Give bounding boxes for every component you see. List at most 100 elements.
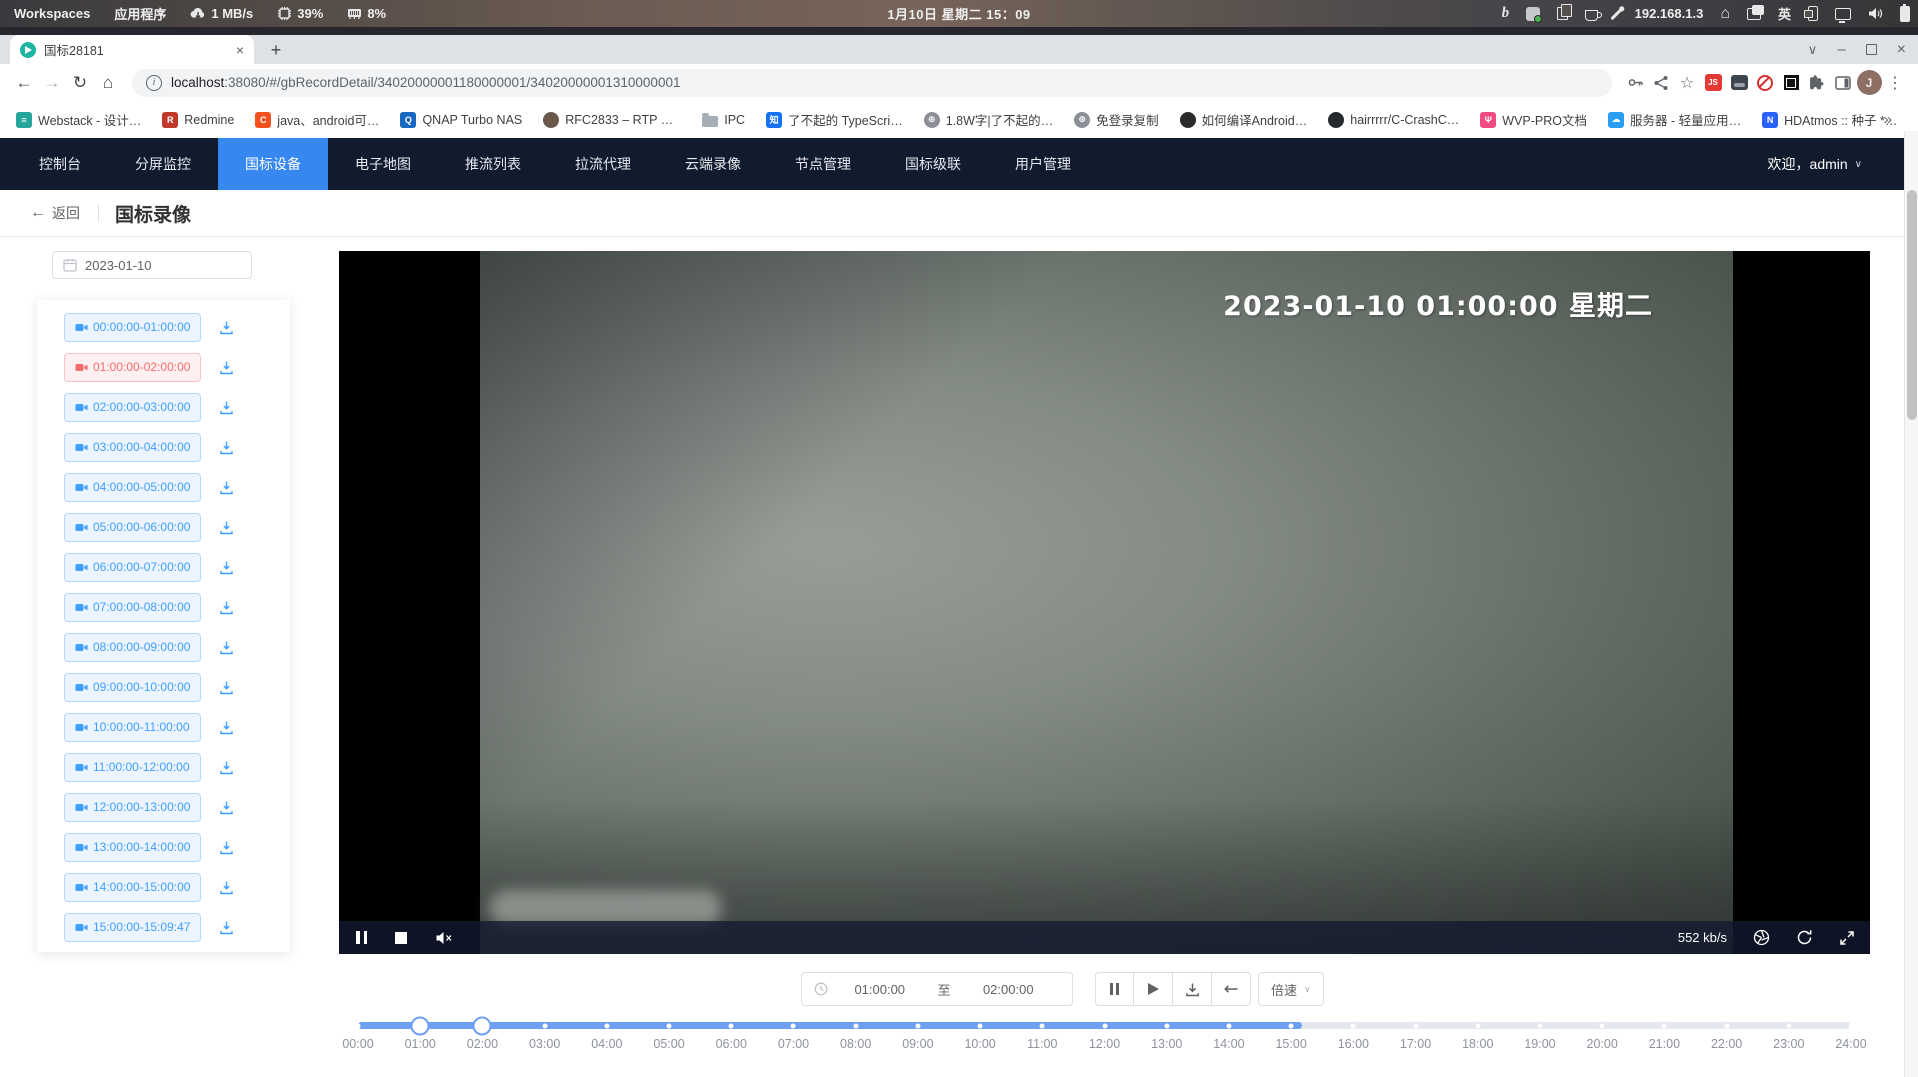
snapshot-aperture-icon[interactable] (1753, 929, 1770, 946)
window-minimize-button[interactable] (1837, 41, 1845, 58)
window-restore-button[interactable] (1866, 44, 1877, 55)
back-link[interactable]: 返回 (30, 203, 80, 223)
tab-search-chevron-icon[interactable] (1808, 42, 1818, 58)
reload-button[interactable]: ↻ (66, 69, 94, 97)
tab-close-icon[interactable] (236, 43, 244, 57)
workspaces-button[interactable]: Workspaces (14, 6, 90, 21)
url-omnibox[interactable]: localhost:38080/#/gbRecordDetail/3402000… (132, 69, 1612, 97)
bookmark-item[interactable]: N HDAtmos :: 种子 *… (1762, 110, 1897, 129)
bookmarks-overflow-chevron[interactable]: » (1884, 111, 1896, 128)
playback-speed-dropdown[interactable]: 倍速 (1258, 972, 1324, 1006)
menu-kebab-icon[interactable] (1882, 70, 1908, 96)
timeline-track[interactable] (358, 1022, 1851, 1029)
play-button[interactable] (1134, 972, 1173, 1006)
segment-download-icon[interactable] (219, 520, 234, 535)
bookmark-item[interactable]: Ψ WVP-PRO文档 (1480, 110, 1587, 129)
page-scrollbar[interactable] (1904, 131, 1918, 1077)
segment-play-button[interactable]: 02:00:00-03:00:00 (64, 393, 201, 422)
segment-download-icon[interactable] (219, 360, 234, 375)
player-stop-icon[interactable] (395, 932, 407, 944)
nav-menu-item[interactable]: 电子地图 (328, 138, 438, 190)
back-button[interactable]: ← (10, 69, 38, 97)
extension-blocker-icon[interactable] (1752, 70, 1778, 96)
segment-download-icon[interactable] (219, 320, 234, 335)
nav-menu-item[interactable]: 国标级联 (878, 138, 988, 190)
bookmark-item[interactable]: ≡ Webstack - 设计… (16, 110, 141, 129)
segment-play-button[interactable]: 15:00:00-15:09:47 (64, 913, 201, 942)
segment-play-button[interactable]: 14:00:00-15:00:00 (64, 873, 201, 902)
nav-menu-item[interactable]: 拉流代理 (548, 138, 658, 190)
player-mute-icon[interactable] (435, 931, 453, 945)
segment-play-button[interactable]: 13:00:00-14:00:00 (64, 833, 201, 862)
clock[interactable]: 1月10日 星期二 15：09 (887, 4, 1030, 23)
segment-download-icon[interactable] (219, 920, 234, 935)
nav-menu-item[interactable]: 用户管理 (988, 138, 1098, 190)
segment-download-icon[interactable] (219, 600, 234, 615)
bookmark-item[interactable]: hairrrrr/C-CrashC… (1328, 112, 1459, 128)
windows-overlap-icon[interactable] (1747, 8, 1761, 20)
segment-download-icon[interactable] (219, 640, 234, 655)
segment-play-button[interactable]: 09:00:00-10:00:00 (64, 673, 201, 702)
segment-download-icon[interactable] (219, 560, 234, 575)
bookmark-item[interactable]: ⊕ 免登录复制 (1074, 110, 1159, 129)
segment-play-button[interactable]: 03:00:00-04:00:00 (64, 433, 201, 462)
segment-play-button[interactable]: 10:00:00-11:00:00 (64, 713, 201, 742)
app-indicator-b-icon[interactable]: b (1502, 5, 1510, 22)
bookmark-item[interactable]: Q QNAP Turbo NAS (400, 112, 522, 128)
segment-play-button[interactable]: 12:00:00-13:00:00 (64, 793, 201, 822)
site-info-icon[interactable] (146, 75, 162, 91)
password-key-icon[interactable] (1622, 70, 1648, 96)
input-method-indicator[interactable]: 英 (1778, 4, 1791, 23)
extension-dark-icon[interactable] (1726, 70, 1752, 96)
time-range-picker[interactable]: 01:00:00 至 02:00:00 (801, 972, 1073, 1006)
forward-button[interactable]: → (38, 69, 66, 97)
browser-tab[interactable]: 国标28181 (10, 35, 254, 64)
segment-download-icon[interactable] (219, 800, 234, 815)
timeline-handle[interactable] (411, 1016, 430, 1035)
segment-download-icon[interactable] (219, 680, 234, 695)
segment-play-button[interactable]: 08:00:00-09:00:00 (64, 633, 201, 662)
caffeine-cup-icon[interactable] (1585, 7, 1598, 21)
volume-icon[interactable] (1868, 7, 1883, 20)
download-button[interactable] (1173, 972, 1212, 1006)
date-picker-input[interactable]: 2023-01-10 (52, 251, 252, 279)
share-icon[interactable] (1648, 70, 1674, 96)
segment-download-icon[interactable] (219, 880, 234, 895)
nav-menu-item[interactable]: 云端录像 (658, 138, 768, 190)
segment-download-icon[interactable] (219, 720, 234, 735)
battery-icon[interactable] (1900, 6, 1910, 22)
display-icon[interactable] (1835, 8, 1851, 20)
segment-play-button[interactable]: 07:00:00-08:00:00 (64, 593, 201, 622)
nav-menu-item[interactable]: 控制台 (12, 138, 108, 190)
scrollbar-thumb[interactable] (1907, 190, 1917, 420)
phone-link-icon[interactable] (1808, 6, 1818, 21)
segment-download-icon[interactable] (219, 840, 234, 855)
new-tab-button[interactable] (264, 38, 288, 62)
segment-play-button[interactable]: 06:00:00-07:00:00 (64, 553, 201, 582)
segment-play-button[interactable]: 05:00:00-06:00:00 (64, 513, 201, 542)
profile-avatar[interactable]: J (1856, 70, 1882, 96)
network-indicator[interactable]: 1 MB/s (190, 6, 253, 21)
ip-address[interactable]: 192.168.1.3 (1635, 6, 1704, 21)
seek-back-button[interactable] (1212, 972, 1251, 1006)
segment-play-button[interactable]: 01:00:00-02:00:00 (64, 353, 201, 382)
window-close-button[interactable] (1897, 41, 1906, 59)
segment-play-button[interactable]: 04:00:00-05:00:00 (64, 473, 201, 502)
extension-frame-icon[interactable] (1778, 70, 1804, 96)
player-refresh-icon[interactable] (1796, 929, 1813, 946)
segment-play-button[interactable]: 00:00:00-01:00:00 (64, 313, 201, 342)
applications-button[interactable]: 应用程序 (114, 4, 166, 23)
bookmark-item[interactable]: ⊕ 1.8W字|了不起的… (924, 110, 1053, 129)
nav-menu-item[interactable]: 推流列表 (438, 138, 548, 190)
bookmark-star-icon[interactable] (1674, 70, 1700, 96)
memory-indicator[interactable]: 8% (347, 6, 386, 21)
screenshot-tool-icon[interactable] (1526, 7, 1540, 21)
bookmark-item[interactable]: 如何编译Android… (1180, 110, 1308, 129)
user-welcome[interactable]: 欢迎，admin (1768, 138, 1862, 190)
bookmark-item[interactable]: RFC2833 – RTP Ev… (543, 112, 681, 128)
extensions-puzzle-icon[interactable] (1804, 70, 1830, 96)
segment-download-icon[interactable] (219, 760, 234, 775)
segment-play-button[interactable]: 11:00:00-12:00:00 (64, 753, 201, 782)
timeline-handle[interactable] (473, 1016, 492, 1035)
fullscreen-icon[interactable] (1839, 930, 1855, 946)
